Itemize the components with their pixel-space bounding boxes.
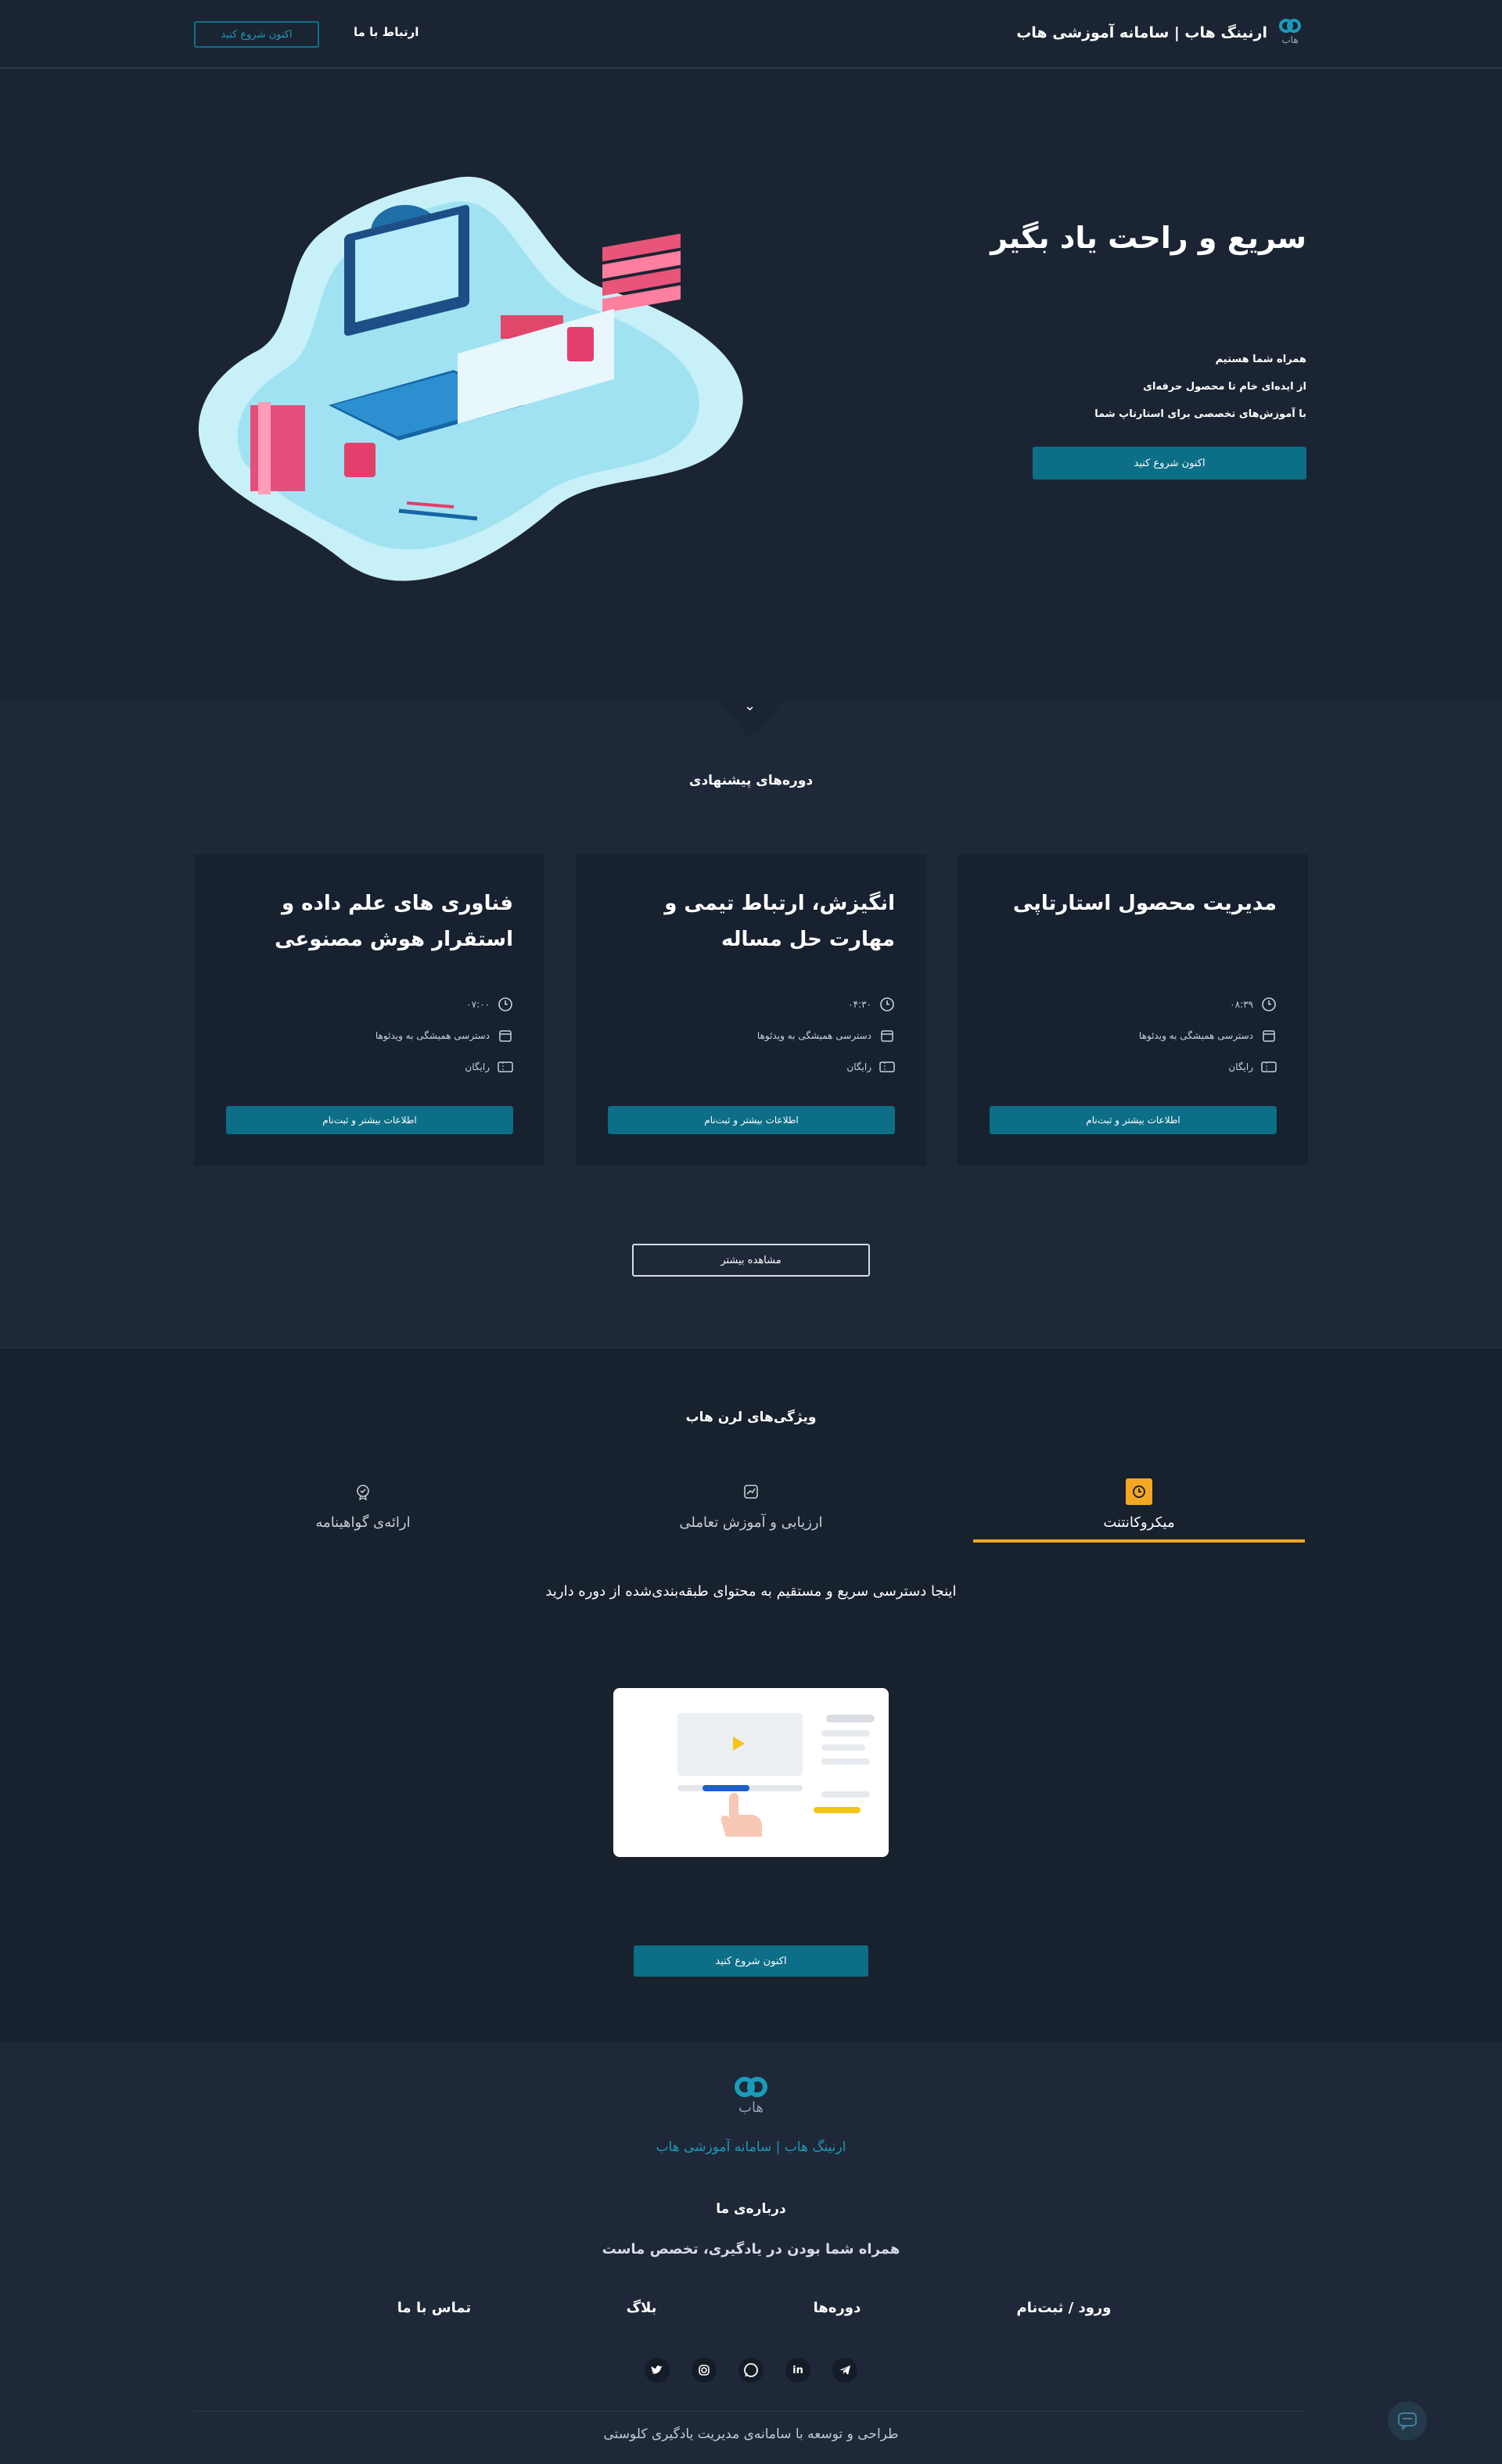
ticket-icon — [879, 1059, 895, 1075]
course-register-button[interactable]: اطلاعات بیشتر و ثبت‌نام — [990, 1106, 1277, 1134]
duration-value: ۰۸:۳۹ — [1230, 999, 1253, 1010]
tab-label: ارزیابی و آموزش تعاملی — [679, 1514, 823, 1531]
duration-value: ۰۷:۰۰ — [466, 999, 490, 1010]
footer-link-blog[interactable]: بلاگ — [595, 2300, 688, 2316]
brand[interactable]: هاب ارنینگ هاب | سامانه آموزشی هاب — [1016, 17, 1302, 48]
brand-title: ارنینگ هاب | سامانه آموزشی هاب — [1016, 24, 1267, 41]
course-card[interactable]: انگیزش، ارتباط تیمی و مهارت حل مساله ۰۴:… — [576, 854, 926, 1166]
footer-link-contact[interactable]: تماس با ما — [376, 2300, 493, 2316]
course-access: دسترسی همیشگی به ویدئوها — [1139, 1028, 1277, 1043]
duration-value: ۰۴:۳۰ — [848, 999, 871, 1010]
calendar-icon — [1261, 1028, 1277, 1043]
show-more-button[interactable]: مشاهده بیشتر — [632, 1244, 870, 1277]
hero-line-2: از ایده‌ای خام تا محصول حرفه‌ای — [1143, 381, 1306, 393]
tab-certificate[interactable]: ارائه‌ی گواهینامه — [197, 1478, 529, 1543]
course-register-button[interactable]: اطلاعات بیشتر و ثبت‌نام — [608, 1106, 895, 1134]
ticket-icon — [498, 1059, 513, 1075]
course-price: رایگان — [846, 1059, 895, 1075]
tab-microcontent[interactable]: میکروکانتنت — [973, 1478, 1305, 1543]
chat-icon — [1398, 2412, 1417, 2430]
course-card[interactable]: فناوری های علم داده و استقرار هوش مصنوعی… — [194, 854, 544, 1166]
instagram-icon[interactable] — [692, 2358, 717, 2383]
chat-button[interactable] — [1388, 2401, 1427, 2441]
logo: هاب — [1278, 17, 1302, 48]
whatsapp-icon[interactable] — [738, 2358, 764, 2383]
calendar-icon — [879, 1028, 895, 1043]
tab-label: ارائه‌ی گواهینامه — [315, 1514, 411, 1531]
course-title: انگیزش، ارتباط تیمی و مهارت حل مساله — [664, 892, 895, 951]
badge-icon — [350, 1478, 376, 1505]
contact-link[interactable]: ارتباط با ما — [354, 25, 419, 39]
footer-logo-text: هاب — [738, 2099, 764, 2116]
logo-icon — [735, 2077, 767, 2097]
hero-line-3: با آموزش‌های تخصصی برای استارتاپ شما — [1094, 408, 1306, 420]
access-text: دسترسی همیشگی به ویدئوها — [756, 1030, 871, 1041]
header-start-button[interactable]: اکنون شروع کنید — [194, 21, 319, 48]
chevron-down-icon[interactable]: ⌄ — [744, 698, 756, 714]
price-text: رایگان — [1228, 1061, 1253, 1072]
clock-icon — [498, 997, 513, 1012]
logo-text: هاب — [1281, 34, 1299, 45]
course-title: فناوری های علم داده و استقرار هوش مصنوعی — [275, 892, 513, 951]
course-title: مدیریت محصول استارتاپی — [1012, 892, 1277, 915]
clock-icon — [879, 997, 895, 1012]
footer-logo[interactable]: هاب — [728, 2074, 774, 2125]
chart-icon — [738, 1478, 764, 1505]
price-text: رایگان — [846, 1061, 871, 1072]
footer-about-title: درباره‌ی ما — [716, 2201, 786, 2217]
footer-link-login[interactable]: ورود / ثبت‌نام — [1001, 2300, 1126, 2316]
course-access: دسترسی همیشگی به ویدئوها — [757, 1028, 895, 1043]
calendar-icon — [498, 1028, 513, 1043]
logo-icon — [1279, 19, 1301, 33]
feature-illustration — [613, 1688, 889, 1857]
course-price: رایگان — [1228, 1059, 1277, 1075]
feature-description: اینجا دسترسی سریع و مستقیم به محتوای طبق… — [545, 1583, 957, 1600]
access-text: دسترسی همیشگی به ویدئوها — [375, 1030, 490, 1041]
course-price: رایگان — [465, 1059, 513, 1075]
twitter-icon[interactable] — [645, 2358, 670, 2383]
footer-brand-link[interactable]: ارنینگ هاب | سامانه آموزشی هاب — [0, 2139, 1502, 2155]
price-text: رایگان — [465, 1061, 490, 1072]
course-duration: ۰۴:۳۰ — [848, 997, 895, 1012]
course-card[interactable]: مدیریت محصول استارتاپی ۰۸:۳۹ دسترسی همیش… — [958, 854, 1308, 1166]
course-register-button[interactable]: اطلاعات بیشتر و ثبت‌نام — [226, 1106, 513, 1134]
course-duration: ۰۷:۰۰ — [466, 997, 513, 1012]
footer-tagline: همراه شما بودن در یادگیری، تخصص ماست — [602, 2241, 900, 2257]
courses-title: دوره‌های پیشنهادی — [688, 773, 814, 788]
access-text: دسترسی همیشگی به ویدئوها — [1138, 1030, 1253, 1041]
linkedin-icon[interactable]: in — [785, 2358, 810, 2383]
clock-icon — [1261, 997, 1277, 1012]
hero-title: سریع و راحت یاد بگیر — [990, 221, 1306, 255]
footer-credit: طراحی و توسعه با سامانه‌ی مدیریت یادگیری… — [603, 2426, 899, 2442]
course-duration: ۰۸:۳۹ — [1230, 997, 1277, 1012]
ticket-icon — [1261, 1059, 1277, 1075]
hero-illustration — [198, 176, 743, 581]
footer-divider — [194, 2411, 1308, 2412]
tab-label: میکروکانتنت — [1103, 1514, 1175, 1531]
footer-link-courses[interactable]: دوره‌ها — [790, 2300, 884, 2316]
course-access: دسترسی همیشگی به ویدئوها — [376, 1028, 513, 1043]
clock-icon — [1126, 1478, 1152, 1505]
tab-interactive-assessment[interactable]: ارزیابی و آموزش تعاملی — [585, 1478, 917, 1543]
hero-line-1: همراه شما هستیم — [1215, 354, 1306, 365]
features-title: ویژگی‌های لرن هاب — [685, 1410, 817, 1425]
features-cta-button[interactable]: اکنون شروع کنید — [634, 1945, 868, 1977]
hero-cta-button[interactable]: اکنون شروع کنید — [1033, 447, 1306, 480]
telegram-icon[interactable] — [832, 2358, 857, 2383]
